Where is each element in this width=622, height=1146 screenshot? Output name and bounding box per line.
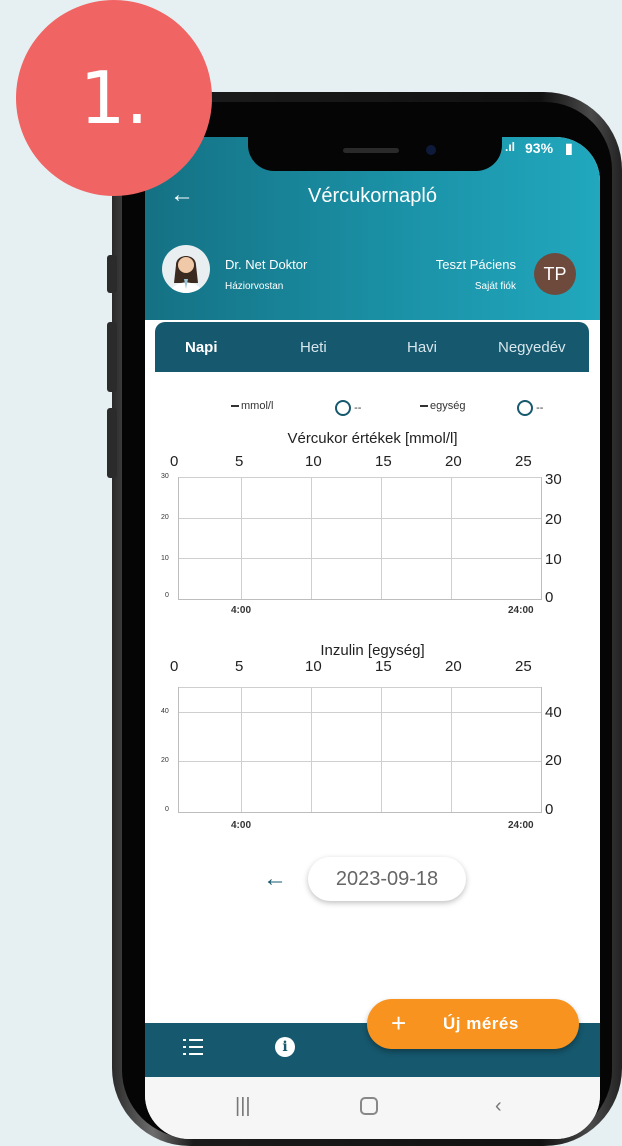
patient-name: Teszt Páciens <box>435 257 516 272</box>
info-icon[interactable]: i <box>275 1037 295 1057</box>
glucose-left-tick: 30 <box>161 473 169 480</box>
plus-icon: + <box>391 1008 407 1038</box>
glucose-plot <box>178 477 542 600</box>
glucose-left-tick: 10 <box>161 555 169 562</box>
clock-icon <box>517 400 533 416</box>
glucose-right-tick: 0 <box>545 589 554 606</box>
tab-napi[interactable]: Napi <box>185 339 218 356</box>
glucose-chart-title: Vércukor értékek [mmol/l] <box>287 430 458 447</box>
glucose-right-tick: 10 <box>545 551 562 568</box>
insulin-left-tick: 40 <box>161 708 169 715</box>
home-icon[interactable] <box>360 1097 378 1115</box>
insulin-right-tick: 40 <box>545 704 562 721</box>
insulin-plot <box>178 687 542 813</box>
glucose-right-tick: 20 <box>545 511 562 528</box>
insulin-right-tick: 20 <box>545 752 562 769</box>
battery-icon: ▮ <box>565 140 573 156</box>
insulin-top-tick: 15 <box>375 658 392 675</box>
tab-havi[interactable]: Havi <box>407 339 437 356</box>
glucose-top-tick: 10 <box>305 453 322 470</box>
glucose-top-tick: 15 <box>375 453 392 470</box>
camera-notch <box>248 137 502 171</box>
doctor-avatar[interactable] <box>162 245 210 293</box>
recent-apps-icon[interactable]: ||| <box>235 1095 251 1118</box>
page-title: Vércukornapló <box>308 185 437 207</box>
insulin-chart-title: Inzulin [egység] <box>320 642 425 659</box>
period-tabs: Napi Heti Havi Negyedév <box>155 322 589 372</box>
clock-icon <box>335 400 351 416</box>
legend-insulin-time: -- <box>517 400 543 416</box>
battery-level: 93% <box>525 140 554 156</box>
insulin-top-tick: 5 <box>235 658 244 675</box>
insulin-bottom-tick: 24:00 <box>508 820 534 831</box>
patient-avatar[interactable]: TP <box>534 253 576 295</box>
glucose-bottom-tick: 4:00 <box>231 605 252 616</box>
legend-glucose: mmol/l <box>231 400 273 412</box>
insulin-top-tick: 20 <box>445 658 462 675</box>
glucose-top-tick: 5 <box>235 453 244 470</box>
new-measurement-button[interactable]: + Új mérés <box>367 999 579 1049</box>
insulin-top-tick: 10 <box>305 658 322 675</box>
step-badge: 1. <box>16 0 212 196</box>
insulin-bottom-tick: 4:00 <box>231 820 252 831</box>
system-back-icon[interactable]: ‹ <box>495 1095 502 1118</box>
insulin-left-tick: 0 <box>165 806 169 813</box>
glucose-left-tick: 0 <box>165 592 169 599</box>
date-picker[interactable]: 2023-09-18 <box>308 857 466 901</box>
glucose-right-tick: 30 <box>545 471 562 488</box>
app-screen: ☁ .ıl 93% ▮ ← Vércukornapló Dr. Net Dokt… <box>145 137 600 1139</box>
doctor-name: Dr. Net Doktor <box>225 257 308 272</box>
legend-insulin: egység <box>420 400 465 412</box>
glucose-bottom-tick: 24:00 <box>508 605 534 616</box>
insulin-top-tick: 25 <box>515 658 532 675</box>
app-header: ☁ .ıl 93% ▮ ← Vércukornapló Dr. Net Dokt… <box>145 137 600 320</box>
insulin-top-tick: 0 <box>170 658 179 675</box>
new-measurement-label: Új mérés <box>443 1014 519 1033</box>
patient-account: Saját fiók <box>474 281 516 292</box>
system-navigation-bar: ||| ‹ <box>145 1077 600 1139</box>
doctor-role: Háziorvostan <box>225 281 284 292</box>
prev-day-arrow-icon[interactable]: ← <box>263 865 287 893</box>
insulin-right-tick: 0 <box>545 801 554 818</box>
glucose-top-tick: 20 <box>445 453 462 470</box>
legend-glucose-time: -- <box>335 400 361 416</box>
glucose-top-tick: 0 <box>170 453 179 470</box>
tab-heti[interactable]: Heti <box>300 339 327 356</box>
tab-negyedev[interactable]: Negyedév <box>498 339 566 356</box>
signal-icon: .ıl <box>505 140 516 154</box>
glucose-left-tick: 20 <box>161 514 169 521</box>
glucose-top-tick: 25 <box>515 453 532 470</box>
insulin-left-tick: 20 <box>161 757 169 764</box>
list-icon[interactable] <box>183 1037 203 1062</box>
